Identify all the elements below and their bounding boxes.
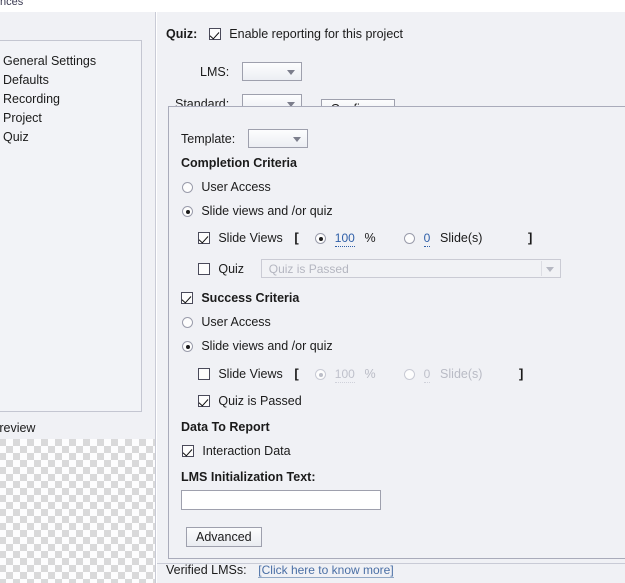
interaction-data-label: Interaction Data <box>202 444 291 458</box>
success-quiz-passed-checkbox[interactable] <box>198 395 210 407</box>
sidebar-item-quiz[interactable]: Quiz <box>0 128 141 147</box>
success-slides-radio <box>404 369 416 380</box>
completion-quiz-checkbox[interactable] <box>198 263 210 275</box>
template-row: Template: <box>181 129 308 148</box>
completion-user-access-row[interactable]: User Access <box>182 180 271 194</box>
bracket-open: [ <box>294 366 299 381</box>
lms-initialization-text-input[interactable] <box>181 490 381 510</box>
completion-slideviews-quiz-radio[interactable] <box>182 206 193 217</box>
success-slideviews-quiz-radio[interactable] <box>182 341 193 352</box>
completion-slideviews-row: Slide Views [ 100 % 0 Slide(s) ] <box>198 230 625 247</box>
interaction-data-checkbox[interactable] <box>182 445 194 457</box>
bracket-close: ] <box>528 230 533 245</box>
quiz-settings-pane: Quiz: Enable reporting for this project … <box>157 12 625 583</box>
completion-quiz-row: Quiz Quiz is Passed <box>198 259 561 278</box>
lms-row: LMS: <box>200 62 302 81</box>
completion-percent-radio[interactable] <box>315 233 327 244</box>
template-dropdown[interactable] <box>247 129 308 148</box>
completion-slides-value[interactable]: 0 <box>423 231 431 247</box>
completion-quiz-condition-dropdown[interactable]: Quiz is Passed <box>260 259 561 278</box>
preview-thumbnail <box>0 439 155 583</box>
data-to-report-heading: Data To Report <box>181 420 270 434</box>
success-percent-value: 100 <box>334 367 355 383</box>
sidebar: Category General Settings Defaults Recor… <box>0 12 156 583</box>
category-list[interactable]: General Settings Defaults Recording Proj… <box>0 40 142 412</box>
lms-initialization-input-row <box>181 490 381 510</box>
completion-criteria-heading: Completion Criteria <box>181 156 297 170</box>
bracket-close: ] <box>519 366 524 381</box>
success-criteria-heading: Success Criteria <box>201 291 300 305</box>
verified-lms-label: Verified LMSs: <box>166 563 247 577</box>
criteria-group: Template: Completion Criteria User Acces… <box>168 106 625 559</box>
lms-label: LMS: <box>200 65 230 79</box>
window-top-strip: nces <box>0 0 625 12</box>
success-slideviews-row: Slide Views [ 100 % 0 Slide(s) ] <box>198 366 625 383</box>
success-criteria-heading-row: Success Criteria <box>181 291 299 305</box>
completion-slideviews-quiz-label: Slide views and /or quiz <box>201 204 333 218</box>
success-percent-unit: % <box>364 367 376 381</box>
quiz-label: Quiz: <box>166 27 198 41</box>
success-user-access-row[interactable]: User Access <box>182 315 271 329</box>
sidebar-item-project[interactable]: Project <box>0 109 141 128</box>
success-slideviews-label: Slide Views <box>218 367 283 381</box>
sidebar-item-general-settings[interactable]: General Settings <box>0 52 141 71</box>
lms-dropdown[interactable] <box>241 62 302 81</box>
completion-percent-unit: % <box>364 231 376 245</box>
completion-slideviews-label: Slide Views <box>218 231 283 245</box>
success-slideviews-quiz-row[interactable]: Slide views and /or quiz <box>182 339 333 353</box>
success-user-access-radio[interactable] <box>182 317 193 328</box>
sidebar-item-defaults[interactable]: Defaults <box>0 71 141 90</box>
success-user-access-label: User Access <box>201 315 271 329</box>
enable-reporting-label: Enable reporting for this project <box>229 27 403 41</box>
success-quiz-passed-row: Quiz is Passed <box>198 394 302 408</box>
enable-reporting-checkbox[interactable] <box>208 28 221 40</box>
enable-reporting-row: Quiz: Enable reporting for this project <box>166 27 403 41</box>
verified-lms-link[interactable]: [Click here to know more] <box>258 563 394 578</box>
chevron-down-icon <box>545 266 554 272</box>
verified-lms-row: Verified LMSs: [Click here to know more] <box>166 563 394 578</box>
combo-separator <box>540 261 542 276</box>
success-slideviews-checkbox[interactable] <box>198 368 210 380</box>
chevron-down-icon <box>286 69 295 75</box>
preview-label: Preview <box>0 421 36 435</box>
completion-slideviews-quiz-row[interactable]: Slide views and /or quiz <box>182 204 333 218</box>
template-label: Template: <box>181 132 236 146</box>
advanced-button[interactable]: Advanced <box>186 527 262 547</box>
completion-quiz-condition-value: Quiz is Passed <box>268 262 349 276</box>
completion-user-access-label: User Access <box>201 180 271 194</box>
bracket-open: [ <box>294 230 299 245</box>
success-slideviews-quiz-label: Slide views and /or quiz <box>201 339 333 353</box>
interaction-data-row: Interaction Data <box>182 444 291 458</box>
settings-dialog: nces Category General Settings Defaults … <box>0 0 625 583</box>
completion-slides-unit: Slide(s) <box>440 231 483 245</box>
success-quiz-passed-label: Quiz is Passed <box>218 394 302 408</box>
completion-slideviews-checkbox[interactable] <box>198 232 210 244</box>
chevron-down-icon <box>292 136 301 142</box>
lms-initialization-text-heading: LMS Initialization Text: <box>181 470 316 484</box>
breadcrumb: nces <box>0 0 24 8</box>
success-slides-unit: Slide(s) <box>440 367 483 381</box>
completion-percent-value[interactable]: 100 <box>334 231 355 247</box>
advanced-button-row: Advanced <box>186 525 262 547</box>
success-criteria-checkbox[interactable] <box>181 292 193 304</box>
completion-slides-radio[interactable] <box>404 233 416 244</box>
success-slides-value: 0 <box>423 367 431 383</box>
sidebar-item-recording[interactable]: Recording <box>0 90 141 109</box>
completion-user-access-radio[interactable] <box>182 182 193 193</box>
completion-quiz-label: Quiz <box>218 262 245 276</box>
success-percent-radio <box>315 369 327 380</box>
